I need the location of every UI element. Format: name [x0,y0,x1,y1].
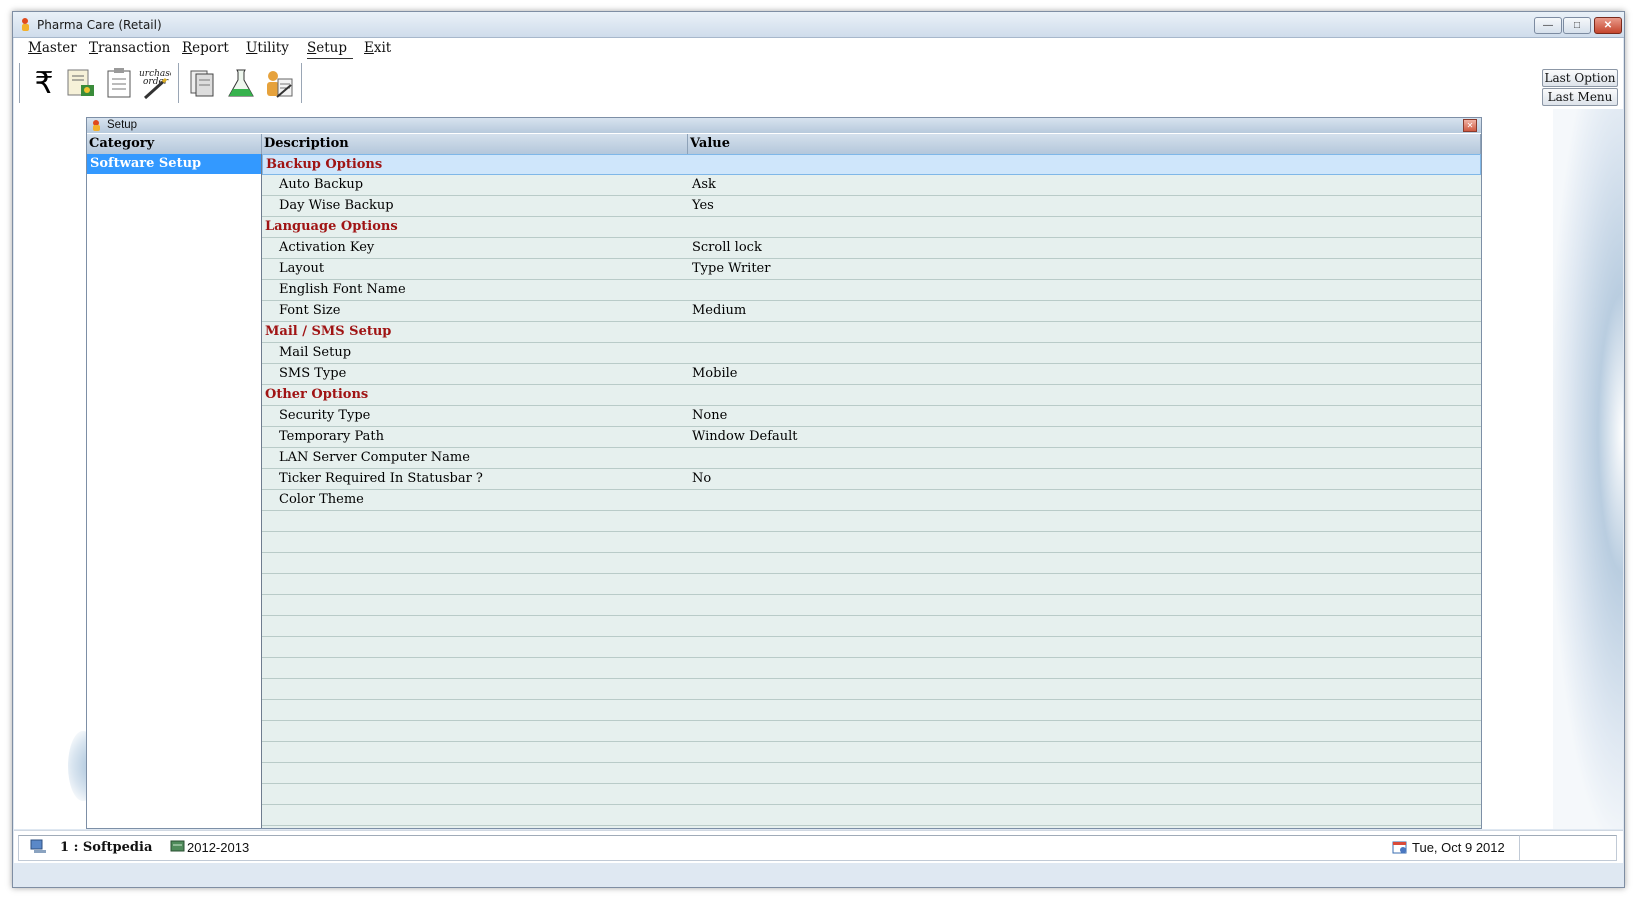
setting-row-english-font-name[interactable]: English Font Name [262,280,1481,301]
setting-label: Ticker Required In Statusbar ? [279,471,483,486]
status-financial-year: 2012-2013 [187,840,250,855]
user-computer-icon [30,839,46,853]
setting-label: Temporary Path [279,429,384,444]
category-list: Software Setup [87,154,262,828]
rupee-icon[interactable]: ₹ [27,65,61,101]
toolbar: ₹ urchaseorder Last Option Last Menu [14,59,1623,110]
description-column-header[interactable]: Description [262,134,688,154]
setting-label: LAN Server Computer Name [279,450,470,465]
group-row-language-options[interactable]: Language Options [262,217,1481,238]
user-settings-icon[interactable] [262,65,296,101]
setting-value[interactable]: Ask [692,175,716,195]
setup-title: Setup [107,119,138,131]
setting-row-ticker-required[interactable]: Ticker Required In Statusbar ? No [262,469,1481,490]
setup-window: Setup ✕ Category Description Value Softw… [86,117,1482,829]
group-label: Mail / SMS Setup [265,324,392,339]
setting-label: Day Wise Backup [279,198,394,213]
last-option-button[interactable]: Last Option [1542,69,1618,87]
group-label: Language Options [265,219,398,234]
status-bar: 1 : Softpedia 2012-2013 Tue, Oct 9 2012 [14,830,1623,863]
menu-transaction[interactable]: Transaction [89,40,170,56]
menu-master[interactable]: Master [28,40,77,56]
lab-flask-icon[interactable] [224,65,258,101]
setting-label: Security Type [279,408,371,423]
setting-value[interactable]: Yes [692,196,714,216]
setting-value[interactable]: Type Writer [692,259,770,279]
setting-value[interactable]: Mobile [692,364,737,384]
category-column-header[interactable]: Category [87,134,262,154]
category-item-software-setup[interactable]: Software Setup [87,154,261,174]
setting-row-mail-setup[interactable]: Mail Setup [262,343,1481,364]
minimize-button[interactable]: — [1534,17,1562,34]
financial-year-icon [170,840,185,852]
setting-value[interactable]: No [692,469,711,489]
menu-exit[interactable]: Exit [364,40,391,56]
app-logo-icon [22,18,29,31]
menu-utility[interactable]: Utility [246,40,289,56]
setting-label: Layout [279,261,325,276]
setting-row-activation-key[interactable]: Activation Key Scroll lock [262,238,1481,259]
title-bar[interactable]: Pharma Care (Retail) — □ ✕ [13,12,1624,38]
setting-row-day-wise-backup[interactable]: Day Wise Backup Yes [262,196,1481,217]
setting-value[interactable]: Window Default [692,427,798,447]
close-button[interactable]: ✕ [1594,17,1622,34]
status-panel [1519,835,1617,861]
settings-grid: Backup Options Auto Backup Ask Day Wise B… [262,154,1481,828]
client-area: Setup ✕ Category Description Value Softw… [14,109,1623,829]
setup-window-icon [93,120,100,131]
setup-title-bar[interactable]: Setup ✕ [87,118,1481,133]
report-book-icon[interactable] [186,65,220,101]
setting-row-font-size[interactable]: Font Size Medium [262,301,1481,322]
sales-bill-icon[interactable] [64,65,98,101]
menu-setup[interactable]: Setup [307,40,354,59]
toolbar-separator [19,63,23,103]
toolbar-separator [178,63,182,103]
setting-label: Color Theme [279,492,364,507]
setting-value[interactable]: Medium [692,301,746,321]
setting-value[interactable]: None [692,406,727,426]
last-menu-button[interactable]: Last Menu [1542,88,1618,106]
setting-label: Mail Setup [279,345,352,360]
group-label: Backup Options [266,157,383,172]
setting-label: Auto Backup [279,177,364,192]
setting-value[interactable]: Scroll lock [692,238,762,258]
toolbar-separator [301,63,305,103]
group-row-backup-options[interactable]: Backup Options [262,154,1481,175]
setting-label: SMS Type [279,366,347,381]
setting-label: Font Size [279,303,341,318]
maximize-button[interactable]: □ [1563,17,1591,34]
value-column-header[interactable]: Value [688,134,1481,154]
app-window: Pharma Care (Retail) — □ ✕ Master Transa… [12,11,1625,888]
setting-row-security-type[interactable]: Security Type None [262,406,1481,427]
calendar-icon [1392,841,1407,854]
setting-label: Activation Key [279,240,375,255]
notepad-icon[interactable] [102,65,136,101]
setting-row-layout[interactable]: Layout Type Writer [262,259,1481,280]
status-date: Tue, Oct 9 2012 [1412,840,1505,855]
setting-row-auto-backup[interactable]: Auto Backup Ask [262,175,1481,196]
group-row-other-options[interactable]: Other Options [262,385,1481,406]
setting-row-lan-server-computer-name[interactable]: LAN Server Computer Name [262,448,1481,469]
setting-row-temporary-path[interactable]: Temporary Path Window Default [262,427,1481,448]
purchase-order-icon[interactable]: urchaseorder [137,65,171,101]
setting-row-sms-type[interactable]: SMS Type Mobile [262,364,1481,385]
status-user: 1 : Softpedia [60,840,153,855]
setting-row-color-theme[interactable]: Color Theme [262,490,1481,511]
group-label: Other Options [265,387,369,402]
group-row-mail-sms-setup[interactable]: Mail / SMS Setup [262,322,1481,343]
setup-close-button[interactable]: ✕ [1463,119,1477,132]
menu-report[interactable]: Report [182,40,229,56]
window-title: Pharma Care (Retail) [37,18,162,32]
menu-bar: Master Transaction Report Utility Setup … [14,38,1623,59]
setting-label: English Font Name [279,282,406,297]
background-decoration [1553,109,1623,829]
